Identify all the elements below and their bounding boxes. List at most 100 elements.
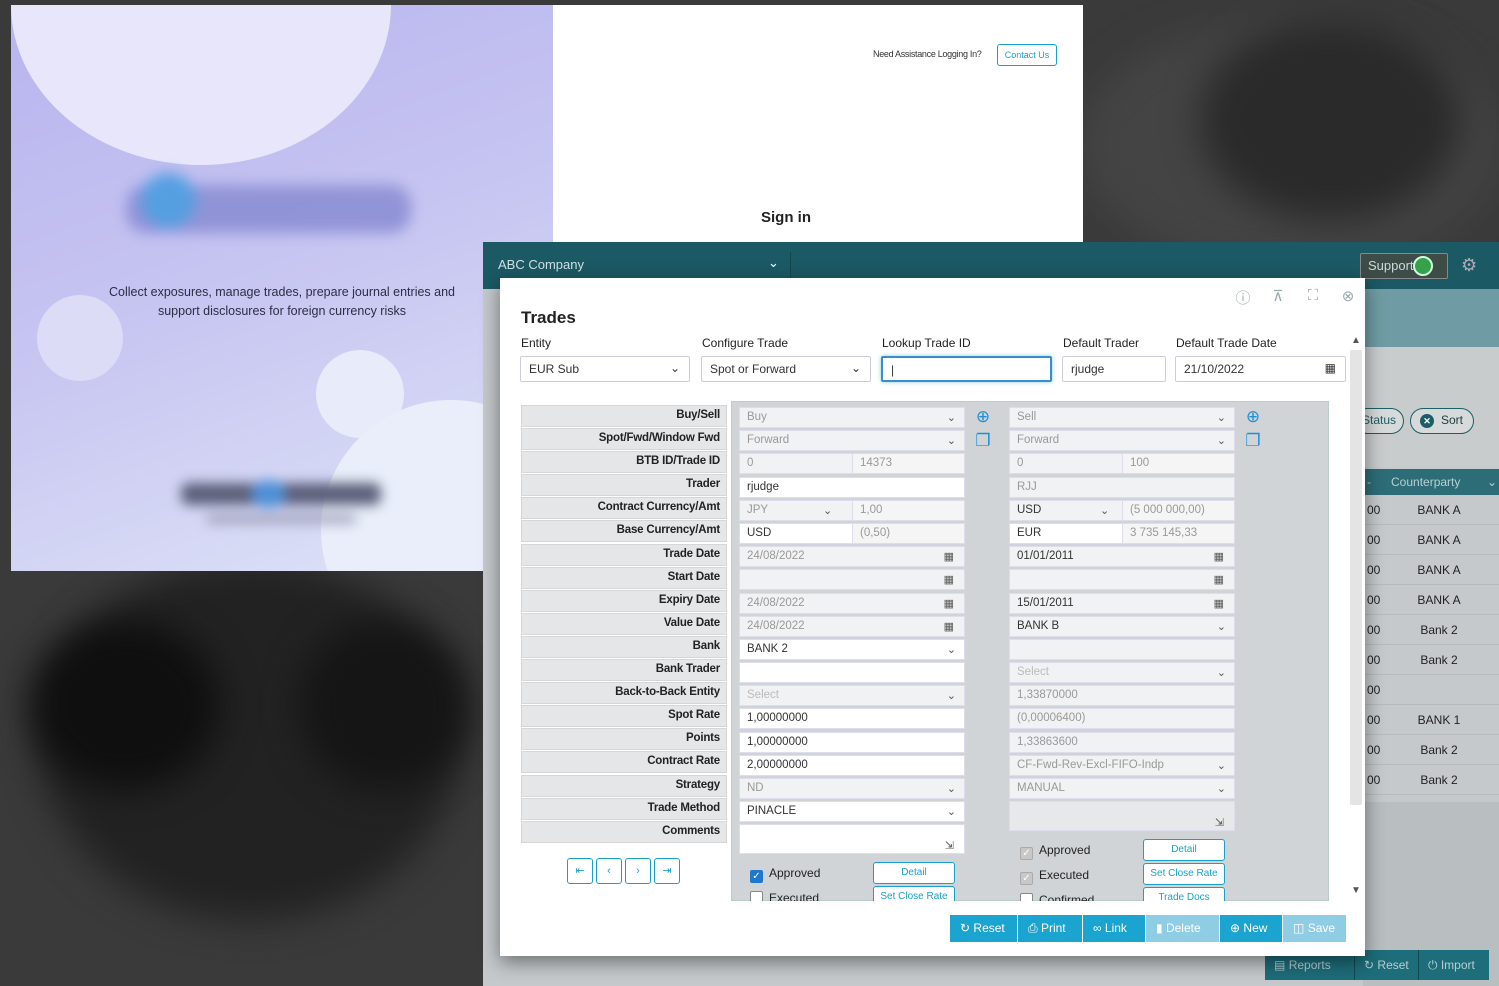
table-row[interactable]: 00 — [1363, 675, 1499, 705]
configure-trade-select[interactable]: Spot or Forward ⌄ — [701, 356, 871, 382]
confirmed-checkbox[interactable]: Confirmed — [1020, 893, 1094, 901]
sort-button[interactable]: ✕ Sort — [1410, 408, 1474, 434]
print-button[interactable]: ⎙ Print — [1018, 915, 1083, 942]
add-circle-icon[interactable]: ⊕ — [973, 407, 993, 431]
approved-checkbox[interactable]: ✓ Approved — [750, 866, 820, 883]
default-trade-date-input[interactable]: 21/10/2022 ▦ — [1175, 356, 1346, 382]
executed-checkbox[interactable]: ✓ Executed — [1020, 868, 1089, 885]
trader-input[interactable]: rjudge — [739, 476, 965, 498]
bank-trader-input[interactable] — [739, 662, 965, 684]
start-date-input[interactable]: ▦ — [1009, 569, 1235, 591]
scroll-up-icon[interactable]: ▲ — [1351, 335, 1361, 346]
calendar-icon[interactable]: ▦ — [1214, 573, 1224, 586]
calendar-icon[interactable]: ▦ — [944, 620, 954, 633]
calendar-icon[interactable]: ▦ — [944, 573, 954, 586]
default-trader-input[interactable]: rjudge — [1062, 356, 1166, 382]
calendar-icon[interactable]: ▦ — [1214, 597, 1224, 610]
trade-date-input[interactable]: 01/01/2011 ▦ — [1009, 546, 1235, 568]
strategy-select[interactable]: ND ⌄ — [739, 778, 965, 799]
table-row[interactable]: 00 BANK A — [1363, 555, 1499, 585]
contract-currency-field[interactable]: USD ⌄ (5 000 000,00) — [1009, 499, 1235, 521]
start-date-input[interactable]: ▦ — [739, 569, 965, 591]
comments-textarea[interactable]: ⇲ — [1009, 801, 1235, 832]
contract-rate-input[interactable]: 1,33863600 — [1009, 731, 1235, 753]
last-page-icon[interactable]: ⇥ — [654, 858, 680, 884]
table-row[interactable]: 00 BANK A — [1363, 495, 1499, 525]
calendar-icon[interactable]: ▦ — [944, 597, 954, 610]
expiry-date-input[interactable]: 24/08/2022 ▦ — [739, 592, 965, 614]
set-close-rate-button[interactable]: Set Close Rate — [1143, 863, 1225, 885]
spot-fwd-select[interactable]: Forward ⌄ — [739, 430, 965, 452]
company-select[interactable]: ABC Company ⌄ — [498, 255, 788, 272]
trader-input[interactable]: RJJ — [1009, 476, 1235, 498]
resize-handle-icon[interactable]: ⇲ — [945, 839, 954, 852]
table-row[interactable]: 00 BANK A — [1363, 525, 1499, 555]
gear-icon[interactable]: ⚙ — [1461, 255, 1477, 276]
detail-button[interactable]: Detail — [873, 862, 955, 884]
calendar-icon[interactable]: ▦ — [1325, 361, 1336, 375]
buy-sell-select[interactable]: Sell ⌄ — [1009, 407, 1235, 428]
grid-header-counterparty[interactable]: Counterparty — [1391, 475, 1460, 489]
btb-trade-id-field[interactable]: 0 14373 — [739, 453, 965, 475]
new-button[interactable]: ⊕ New — [1220, 915, 1283, 942]
base-currency-field[interactable]: EUR 3 735 145,33 — [1009, 522, 1235, 544]
trade-method-select[interactable]: MANUAL ⌄ — [1009, 778, 1235, 799]
expiry-date-input[interactable]: 15/01/2011 ▦ — [1009, 592, 1235, 614]
contact-us-button[interactable]: Contact Us — [997, 44, 1057, 66]
value-date-input[interactable]: 24/08/2022 ▦ — [739, 615, 965, 637]
lookup-trade-id-input[interactable]: | — [881, 356, 1052, 382]
entity-select[interactable]: EUR Sub ⌄ — [520, 356, 690, 382]
table-row[interactable]: 00 Bank 2 — [1363, 765, 1499, 795]
resize-handle-icon[interactable]: ⇲ — [1215, 816, 1224, 829]
detail-button[interactable]: Detail — [1143, 839, 1225, 861]
scroll-down-icon[interactable]: ▼ — [1351, 885, 1361, 896]
trade-docs-button[interactable]: Trade Docs — [1143, 887, 1225, 901]
btb-entity-select[interactable]: Select ⌄ — [739, 685, 965, 707]
approved-checkbox[interactable]: ✓ Approved — [1020, 843, 1090, 860]
calendar-icon[interactable]: ▦ — [944, 550, 954, 563]
btb-trade-id-field[interactable]: 0 100 — [1009, 453, 1235, 475]
save-button[interactable]: ◫ Save — [1283, 915, 1346, 942]
delete-button[interactable]: ▮ Delete — [1146, 915, 1220, 942]
base-currency-field[interactable]: USD (0,50) — [739, 522, 965, 544]
next-page-icon[interactable]: › — [625, 858, 651, 884]
set-close-rate-button[interactable]: Set Close Rate — [873, 886, 955, 901]
points-input[interactable]: (0,00006400) — [1009, 708, 1235, 730]
table-row[interactable]: 00 Bank 2 — [1363, 615, 1499, 645]
table-row[interactable]: 00 BANK 1 — [1363, 705, 1499, 735]
comments-textarea[interactable]: ⇲ — [739, 824, 965, 855]
scrollbar[interactable] — [1350, 350, 1362, 805]
bank-select[interactable]: BANK 2 ⌄ — [739, 638, 965, 660]
spot-fwd-select[interactable]: Forward ⌄ — [1009, 430, 1235, 452]
strategy-select[interactable]: CF-Fwd-Rev-Excl-FIFO-Indp ⌄ — [1009, 754, 1235, 776]
spot-rate-input[interactable]: 1,33870000 — [1009, 685, 1235, 707]
table-row[interactable]: 00 Bank 2 — [1363, 735, 1499, 765]
prev-page-icon[interactable]: ‹ — [596, 858, 622, 884]
expand-icon[interactable]: ⛶ — [1303, 287, 1323, 307]
trade-date-input[interactable]: 24/08/2022 ▦ — [739, 546, 965, 568]
help-icon[interactable]: ⓘ — [1233, 287, 1253, 307]
table-row[interactable]: 00 Bank 2 — [1363, 645, 1499, 675]
executed-checkbox[interactable]: Executed — [750, 891, 819, 901]
contract-currency-field[interactable]: JPY ⌄ 1,00 — [739, 499, 965, 521]
link-button[interactable]: ∞ Link — [1083, 915, 1146, 942]
import-button[interactable]: ⏻ Import — [1419, 950, 1489, 980]
calendar-icon[interactable]: ▦ — [1214, 550, 1224, 563]
add-circle-icon[interactable]: ⊕ — [1243, 407, 1263, 431]
spot-rate-input[interactable]: 1,00000000 — [739, 708, 965, 730]
points-input[interactable]: 1,00000000 — [739, 731, 965, 753]
bank-select[interactable]: BANK B ⌄ — [1009, 615, 1235, 637]
table-row[interactable]: 00 BANK A — [1363, 585, 1499, 615]
reset-button[interactable]: ↻ Reset — [950, 915, 1018, 942]
contract-rate-input[interactable]: 2,00000000 — [739, 754, 965, 776]
trade-method-select[interactable]: PINACLE ⌄ — [739, 801, 965, 823]
first-page-icon[interactable]: ⇤ — [567, 858, 593, 884]
copy-icon[interactable]: ❐ — [973, 431, 993, 455]
support-button[interactable]: Support — [1360, 253, 1448, 279]
copy-icon[interactable]: ❐ — [1243, 431, 1263, 455]
buy-sell-select[interactable]: Buy ⌄ — [739, 407, 965, 428]
close-icon[interactable]: ⊗ — [1338, 287, 1358, 307]
bank-trader-input[interactable] — [1009, 638, 1235, 660]
minimize-icon[interactable]: ⊼ — [1268, 287, 1288, 307]
btb-entity-select[interactable]: Select ⌄ — [1009, 662, 1235, 684]
